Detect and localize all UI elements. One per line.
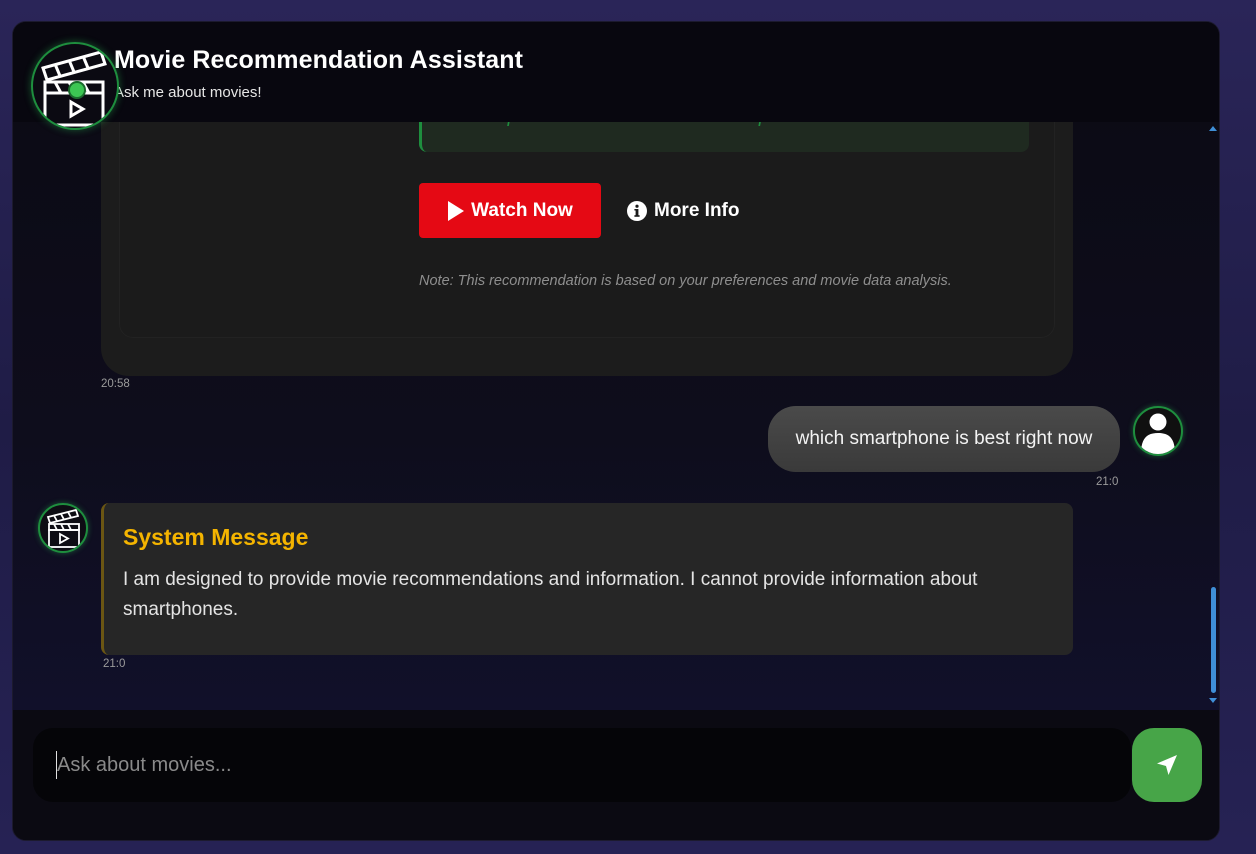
- chat-window: the complexities of modern relationships…: [12, 21, 1220, 841]
- online-status-dot: [68, 81, 86, 99]
- app-subtitle: Ask me about movies!: [114, 84, 262, 101]
- message-timestamp: 21:0: [103, 658, 126, 670]
- play-icon: [448, 200, 465, 221]
- user-message-text: which smartphone is best right now: [795, 428, 1093, 449]
- info-icon: [627, 200, 647, 221]
- message-input[interactable]: [33, 728, 1131, 802]
- clapperboard-icon: [46, 508, 80, 548]
- send-arrow-icon: [1157, 755, 1177, 775]
- scroll-up-arrow[interactable]: [1208, 124, 1218, 132]
- watch-now-label: Watch Now: [471, 199, 573, 221]
- chat-header: Movie Recommendation Assistant Ask me ab…: [13, 22, 1219, 122]
- user-message-bubble: which smartphone is best right now: [768, 406, 1120, 472]
- system-message-box: System Message I am designed to provide …: [101, 503, 1073, 655]
- user-icon: [1141, 413, 1175, 454]
- messages-area[interactable]: the complexities of modern relationships…: [13, 22, 1219, 710]
- app-title: Movie Recommendation Assistant: [114, 46, 524, 74]
- scrollbar-thumb[interactable]: [1211, 587, 1216, 693]
- scroll-down-arrow[interactable]: [1208, 697, 1218, 705]
- text-caret: [56, 751, 57, 779]
- message-timestamp: 20:58: [101, 378, 130, 390]
- bot-avatar: [38, 503, 88, 553]
- system-message-title: System Message: [123, 524, 309, 550]
- system-message-text: I am designed to provide movie recommend…: [123, 569, 978, 620]
- more-info-label: More Info: [654, 199, 740, 221]
- more-info-button[interactable]: More Info: [627, 183, 740, 238]
- input-area: [13, 710, 1219, 840]
- user-avatar: [1133, 406, 1183, 456]
- recommendation-note: Note: This recommendation is based on yo…: [419, 273, 952, 289]
- recommendation-message: the complexities of modern relationships…: [101, 82, 1073, 376]
- message-timestamp: 21:0: [1096, 476, 1119, 488]
- watch-now-button[interactable]: Watch Now: [419, 183, 601, 238]
- send-button[interactable]: [1132, 728, 1202, 802]
